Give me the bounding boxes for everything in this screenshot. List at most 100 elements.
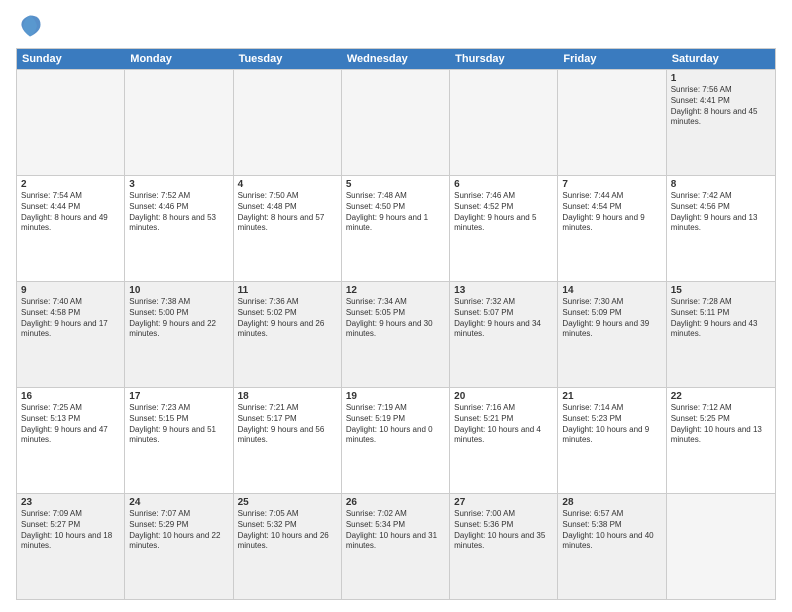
day-info: Sunrise: 7:16 AM Sunset: 5:21 PM Dayligh… xyxy=(454,403,553,446)
day-cell-20: 20Sunrise: 7:16 AM Sunset: 5:21 PM Dayli… xyxy=(450,388,558,493)
day-cell-11: 11Sunrise: 7:36 AM Sunset: 5:02 PM Dayli… xyxy=(234,282,342,387)
day-info: Sunrise: 7:30 AM Sunset: 5:09 PM Dayligh… xyxy=(562,297,661,340)
empty-cell-0-3 xyxy=(342,70,450,175)
day-info: Sunrise: 7:23 AM Sunset: 5:15 PM Dayligh… xyxy=(129,403,228,446)
day-info: Sunrise: 7:46 AM Sunset: 4:52 PM Dayligh… xyxy=(454,191,553,234)
day-number: 6 xyxy=(454,179,553,190)
day-number: 27 xyxy=(454,497,553,508)
day-number: 15 xyxy=(671,285,771,296)
day-number: 5 xyxy=(346,179,445,190)
day-number: 8 xyxy=(671,179,771,190)
day-cell-12: 12Sunrise: 7:34 AM Sunset: 5:05 PM Dayli… xyxy=(342,282,450,387)
day-info: Sunrise: 7:09 AM Sunset: 5:27 PM Dayligh… xyxy=(21,509,120,552)
day-number: 28 xyxy=(562,497,661,508)
day-number: 25 xyxy=(238,497,337,508)
header xyxy=(16,12,776,40)
empty-cell-0-1 xyxy=(125,70,233,175)
day-number: 7 xyxy=(562,179,661,190)
day-info: Sunrise: 7:44 AM Sunset: 4:54 PM Dayligh… xyxy=(562,191,661,234)
day-number: 20 xyxy=(454,391,553,402)
day-number: 10 xyxy=(129,285,228,296)
calendar-row-3: 9Sunrise: 7:40 AM Sunset: 4:58 PM Daylig… xyxy=(17,281,775,387)
day-cell-24: 24Sunrise: 7:07 AM Sunset: 5:29 PM Dayli… xyxy=(125,494,233,599)
day-info: Sunrise: 7:52 AM Sunset: 4:46 PM Dayligh… xyxy=(129,191,228,234)
day-cell-15: 15Sunrise: 7:28 AM Sunset: 5:11 PM Dayli… xyxy=(667,282,775,387)
empty-cell-0-2 xyxy=(234,70,342,175)
day-cell-21: 21Sunrise: 7:14 AM Sunset: 5:23 PM Dayli… xyxy=(558,388,666,493)
day-cell-25: 25Sunrise: 7:05 AM Sunset: 5:32 PM Dayli… xyxy=(234,494,342,599)
day-header-friday: Friday xyxy=(558,49,666,69)
logo xyxy=(16,12,48,40)
day-cell-28: 28Sunrise: 6:57 AM Sunset: 5:38 PM Dayli… xyxy=(558,494,666,599)
day-number: 17 xyxy=(129,391,228,402)
empty-cell-0-4 xyxy=(450,70,558,175)
day-info: Sunrise: 7:56 AM Sunset: 4:41 PM Dayligh… xyxy=(671,85,771,128)
day-info: Sunrise: 7:12 AM Sunset: 5:25 PM Dayligh… xyxy=(671,403,771,446)
day-number: 11 xyxy=(238,285,337,296)
day-cell-7: 7Sunrise: 7:44 AM Sunset: 4:54 PM Daylig… xyxy=(558,176,666,281)
day-number: 13 xyxy=(454,285,553,296)
day-number: 3 xyxy=(129,179,228,190)
day-info: Sunrise: 7:02 AM Sunset: 5:34 PM Dayligh… xyxy=(346,509,445,552)
day-info: Sunrise: 7:34 AM Sunset: 5:05 PM Dayligh… xyxy=(346,297,445,340)
day-info: Sunrise: 7:07 AM Sunset: 5:29 PM Dayligh… xyxy=(129,509,228,552)
day-cell-19: 19Sunrise: 7:19 AM Sunset: 5:19 PM Dayli… xyxy=(342,388,450,493)
day-cell-16: 16Sunrise: 7:25 AM Sunset: 5:13 PM Dayli… xyxy=(17,388,125,493)
empty-cell-4-6 xyxy=(667,494,775,599)
day-number: 19 xyxy=(346,391,445,402)
day-number: 4 xyxy=(238,179,337,190)
calendar: SundayMondayTuesdayWednesdayThursdayFrid… xyxy=(16,48,776,600)
day-number: 18 xyxy=(238,391,337,402)
day-cell-14: 14Sunrise: 7:30 AM Sunset: 5:09 PM Dayli… xyxy=(558,282,666,387)
day-header-monday: Monday xyxy=(125,49,233,69)
day-info: Sunrise: 6:57 AM Sunset: 5:38 PM Dayligh… xyxy=(562,509,661,552)
day-info: Sunrise: 7:05 AM Sunset: 5:32 PM Dayligh… xyxy=(238,509,337,552)
day-header-saturday: Saturday xyxy=(667,49,775,69)
day-info: Sunrise: 7:36 AM Sunset: 5:02 PM Dayligh… xyxy=(238,297,337,340)
day-info: Sunrise: 7:28 AM Sunset: 5:11 PM Dayligh… xyxy=(671,297,771,340)
day-info: Sunrise: 7:40 AM Sunset: 4:58 PM Dayligh… xyxy=(21,297,120,340)
day-info: Sunrise: 7:54 AM Sunset: 4:44 PM Dayligh… xyxy=(21,191,120,234)
day-header-tuesday: Tuesday xyxy=(234,49,342,69)
day-cell-5: 5Sunrise: 7:48 AM Sunset: 4:50 PM Daylig… xyxy=(342,176,450,281)
day-info: Sunrise: 7:25 AM Sunset: 5:13 PM Dayligh… xyxy=(21,403,120,446)
day-cell-8: 8Sunrise: 7:42 AM Sunset: 4:56 PM Daylig… xyxy=(667,176,775,281)
day-info: Sunrise: 7:38 AM Sunset: 5:00 PM Dayligh… xyxy=(129,297,228,340)
day-cell-13: 13Sunrise: 7:32 AM Sunset: 5:07 PM Dayli… xyxy=(450,282,558,387)
day-cell-10: 10Sunrise: 7:38 AM Sunset: 5:00 PM Dayli… xyxy=(125,282,233,387)
calendar-body: 1Sunrise: 7:56 AM Sunset: 4:41 PM Daylig… xyxy=(17,69,775,599)
day-cell-9: 9Sunrise: 7:40 AM Sunset: 4:58 PM Daylig… xyxy=(17,282,125,387)
day-number: 9 xyxy=(21,285,120,296)
calendar-row-4: 16Sunrise: 7:25 AM Sunset: 5:13 PM Dayli… xyxy=(17,387,775,493)
day-info: Sunrise: 7:32 AM Sunset: 5:07 PM Dayligh… xyxy=(454,297,553,340)
day-number: 24 xyxy=(129,497,228,508)
day-info: Sunrise: 7:19 AM Sunset: 5:19 PM Dayligh… xyxy=(346,403,445,446)
calendar-row-5: 23Sunrise: 7:09 AM Sunset: 5:27 PM Dayli… xyxy=(17,493,775,599)
empty-cell-0-0 xyxy=(17,70,125,175)
day-number: 22 xyxy=(671,391,771,402)
day-info: Sunrise: 7:00 AM Sunset: 5:36 PM Dayligh… xyxy=(454,509,553,552)
day-cell-2: 2Sunrise: 7:54 AM Sunset: 4:44 PM Daylig… xyxy=(17,176,125,281)
day-header-sunday: Sunday xyxy=(17,49,125,69)
day-info: Sunrise: 7:50 AM Sunset: 4:48 PM Dayligh… xyxy=(238,191,337,234)
day-number: 12 xyxy=(346,285,445,296)
day-header-wednesday: Wednesday xyxy=(342,49,450,69)
day-cell-22: 22Sunrise: 7:12 AM Sunset: 5:25 PM Dayli… xyxy=(667,388,775,493)
day-number: 14 xyxy=(562,285,661,296)
calendar-row-2: 2Sunrise: 7:54 AM Sunset: 4:44 PM Daylig… xyxy=(17,175,775,281)
day-cell-27: 27Sunrise: 7:00 AM Sunset: 5:36 PM Dayli… xyxy=(450,494,558,599)
empty-cell-0-5 xyxy=(558,70,666,175)
day-info: Sunrise: 7:14 AM Sunset: 5:23 PM Dayligh… xyxy=(562,403,661,446)
day-number: 1 xyxy=(671,73,771,84)
day-info: Sunrise: 7:48 AM Sunset: 4:50 PM Dayligh… xyxy=(346,191,445,234)
logo-icon xyxy=(16,12,44,40)
day-header-thursday: Thursday xyxy=(450,49,558,69)
day-number: 2 xyxy=(21,179,120,190)
day-cell-1: 1Sunrise: 7:56 AM Sunset: 4:41 PM Daylig… xyxy=(667,70,775,175)
day-cell-3: 3Sunrise: 7:52 AM Sunset: 4:46 PM Daylig… xyxy=(125,176,233,281)
day-number: 21 xyxy=(562,391,661,402)
day-cell-18: 18Sunrise: 7:21 AM Sunset: 5:17 PM Dayli… xyxy=(234,388,342,493)
day-cell-4: 4Sunrise: 7:50 AM Sunset: 4:48 PM Daylig… xyxy=(234,176,342,281)
day-info: Sunrise: 7:42 AM Sunset: 4:56 PM Dayligh… xyxy=(671,191,771,234)
day-cell-23: 23Sunrise: 7:09 AM Sunset: 5:27 PM Dayli… xyxy=(17,494,125,599)
